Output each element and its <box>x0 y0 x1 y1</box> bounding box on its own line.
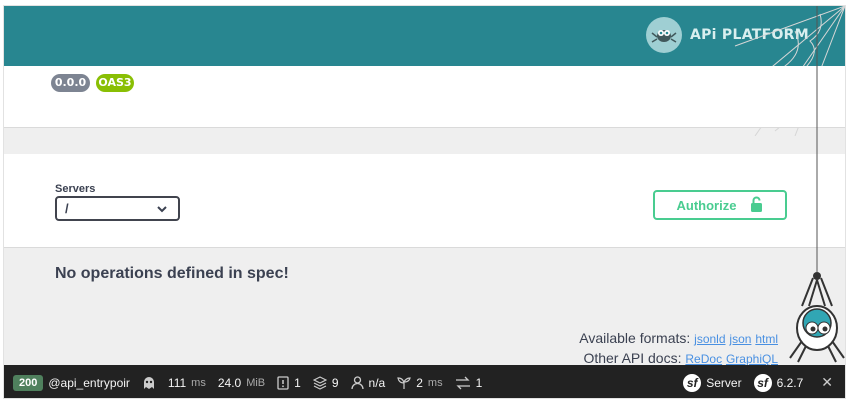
authorize-button[interactable]: Authorize <box>653 190 787 220</box>
available-formats-row: Available formats: jsonld json html <box>579 329 778 349</box>
servers-select[interactable]: / <box>55 196 180 221</box>
twig-time: 2 <box>416 375 423 390</box>
ghost-icon <box>142 376 156 390</box>
formats-panel: Available formats: jsonld json html Othe… <box>579 329 778 369</box>
memory-unit: MiB <box>246 376 266 389</box>
no-operations-message: No operations defined in spec! <box>55 265 289 282</box>
twig-unit: ms <box>427 376 443 389</box>
profiler-ghost[interactable] <box>136 365 162 398</box>
symfony-version-icon: sf <box>753 373 772 392</box>
requests-count: 1 <box>475 375 483 390</box>
chevron-down-icon <box>156 200 168 221</box>
docs-link-redoc[interactable]: ReDoc <box>685 352 722 366</box>
format-link-html[interactable]: html <box>755 332 778 346</box>
toolbar-server[interactable]: sf Server <box>677 365 747 398</box>
toolbar-version[interactable]: sf 6.2.7 <box>748 365 810 398</box>
symfony-logo-icon: sf <box>683 373 702 392</box>
time-value: 111 <box>167 375 187 390</box>
arrows-icon <box>455 376 471 390</box>
format-link-json[interactable]: json <box>729 332 751 346</box>
log-document-icon <box>277 375 289 390</box>
servers-selected-value: / <box>65 201 69 216</box>
layers-icon <box>312 375 327 390</box>
toolbar-security[interactable]: n/a <box>345 365 392 398</box>
toolbar-http-requests[interactable]: 1 <box>449 365 489 398</box>
authorize-label: Authorize <box>676 197 737 213</box>
info-section: 0.0.0 OAS3 <box>4 66 845 128</box>
cache-count: 9 <box>331 375 339 390</box>
user-value: n/a <box>368 375 386 390</box>
server-label: Server <box>706 375 742 390</box>
time-unit: ms <box>191 376 206 389</box>
servers-section: Servers / Authorize <box>4 154 845 248</box>
route-name: @api_entrypoir <box>48 375 130 390</box>
toolbar-cache[interactable]: 9 <box>307 365 345 398</box>
user-icon <box>350 375 364 390</box>
api-docs-page: APi PLATFORM 0.0.0 OAS3 Servers / Author… <box>3 5 846 399</box>
toolbar-memory[interactable]: 24.0 MiB <box>212 365 271 398</box>
memory-value: 24.0 <box>217 375 242 390</box>
toolbar-right: sf Server sf 6.2.7 ✕ <box>677 365 845 398</box>
hanging-spider-illustration <box>789 6 845 363</box>
request-status[interactable]: 200 @api_entrypoir <box>4 365 136 398</box>
docs-link-graphiql[interactable]: GraphiQL <box>726 352 778 366</box>
status-badge: 200 <box>13 374 44 391</box>
lock-icon <box>750 196 763 215</box>
logs-count: 1 <box>294 375 301 390</box>
toolbar-twig[interactable]: 2 ms <box>391 365 448 398</box>
version-badge: 0.0.0 <box>51 74 90 92</box>
format-link-jsonld[interactable]: jsonld <box>694 332 725 346</box>
oas-badge: OAS3 <box>96 74 134 92</box>
symfony-debug-toolbar: 200 @api_entrypoir 111 ms 24.0 MiB 1 9 n… <box>4 365 845 398</box>
spider-logo-icon <box>645 17 682 53</box>
other-docs-label: Other API docs: <box>583 350 682 366</box>
twig-sprout-icon <box>397 376 411 390</box>
close-toolbar-icon[interactable]: ✕ <box>809 374 845 391</box>
toolbar-logs[interactable]: 1 <box>271 365 307 398</box>
toolbar-time[interactable]: 111 ms <box>162 365 212 398</box>
available-formats-label: Available formats: <box>579 330 691 346</box>
top-header: APi PLATFORM <box>4 6 845 66</box>
symfony-version: 6.2.7 <box>776 375 804 390</box>
servers-label: Servers <box>55 183 96 195</box>
